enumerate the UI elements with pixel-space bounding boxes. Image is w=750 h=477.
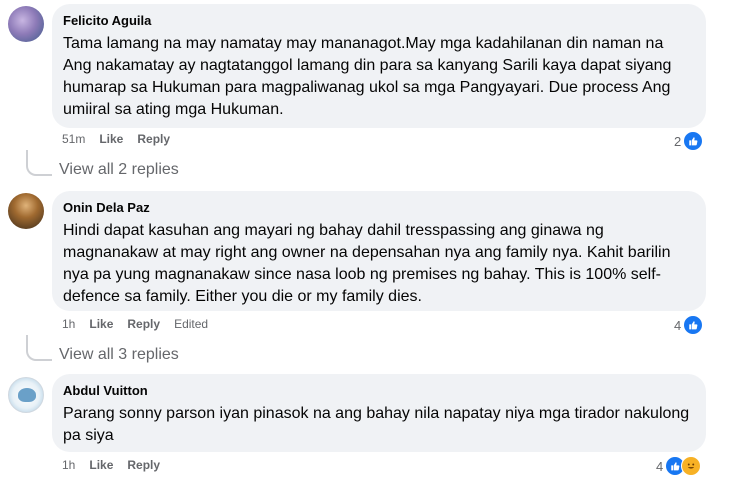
comment-author[interactable]: Felicito Aguila (63, 12, 694, 30)
avatar-abdul[interactable] (8, 377, 44, 413)
thread-connector (26, 335, 52, 361)
reaction-summary[interactable]: 4 (656, 456, 702, 476)
comment-author[interactable]: Onin Dela Paz (63, 199, 694, 217)
reply-button[interactable]: Reply (137, 132, 170, 146)
comment-author[interactable]: Abdul Vuitton (63, 382, 694, 400)
reply-button[interactable]: Reply (127, 458, 160, 472)
reaction-count: 2 (674, 133, 682, 149)
comment-text: Parang sonny parson iyan pinasok na ang … (63, 405, 690, 444)
comment-actions: 1h Like Reply (62, 458, 160, 472)
reaction-count: 4 (656, 458, 664, 474)
comment-bubble: Felicito Aguila Tama lamang na may namat… (52, 4, 706, 128)
avatar-onin[interactable] (8, 193, 44, 229)
comment-time[interactable]: 1h (62, 317, 75, 331)
comment-actions: 51m Like Reply (62, 132, 170, 146)
reaction-count: 4 (674, 317, 682, 333)
like-button[interactable]: Like (99, 132, 123, 146)
avatar-felicito[interactable] (8, 6, 44, 42)
comment-time[interactable]: 1h (62, 458, 75, 472)
reply-button[interactable]: Reply (127, 317, 160, 331)
view-replies-button[interactable]: View all 3 replies (59, 346, 179, 364)
edited-label[interactable]: Edited (174, 317, 208, 331)
comment-time[interactable]: 51m (62, 132, 85, 146)
like-icon (683, 315, 704, 335)
comment-text: Hindi dapat kasuhan ang mayari ng bahay … (63, 222, 671, 305)
thread-connector (26, 150, 52, 176)
like-button[interactable]: Like (89, 458, 113, 472)
view-replies-button[interactable]: View all 2 replies (59, 161, 179, 179)
comment-actions: 1h Like Reply Edited (62, 317, 208, 331)
comment-text: Tama lamang na may namatay may mananagot… (63, 35, 672, 118)
like-icon (683, 131, 704, 151)
reaction-summary[interactable]: 2 (674, 131, 704, 151)
comment-bubble: Onin Dela Paz Hindi dapat kasuhan ang ma… (52, 191, 706, 311)
like-button[interactable]: Like (89, 317, 113, 331)
haha-icon (681, 456, 702, 476)
reaction-summary[interactable]: 4 (674, 315, 704, 335)
comment-bubble: Abdul Vuitton Parang sonny parson iyan p… (52, 374, 706, 452)
